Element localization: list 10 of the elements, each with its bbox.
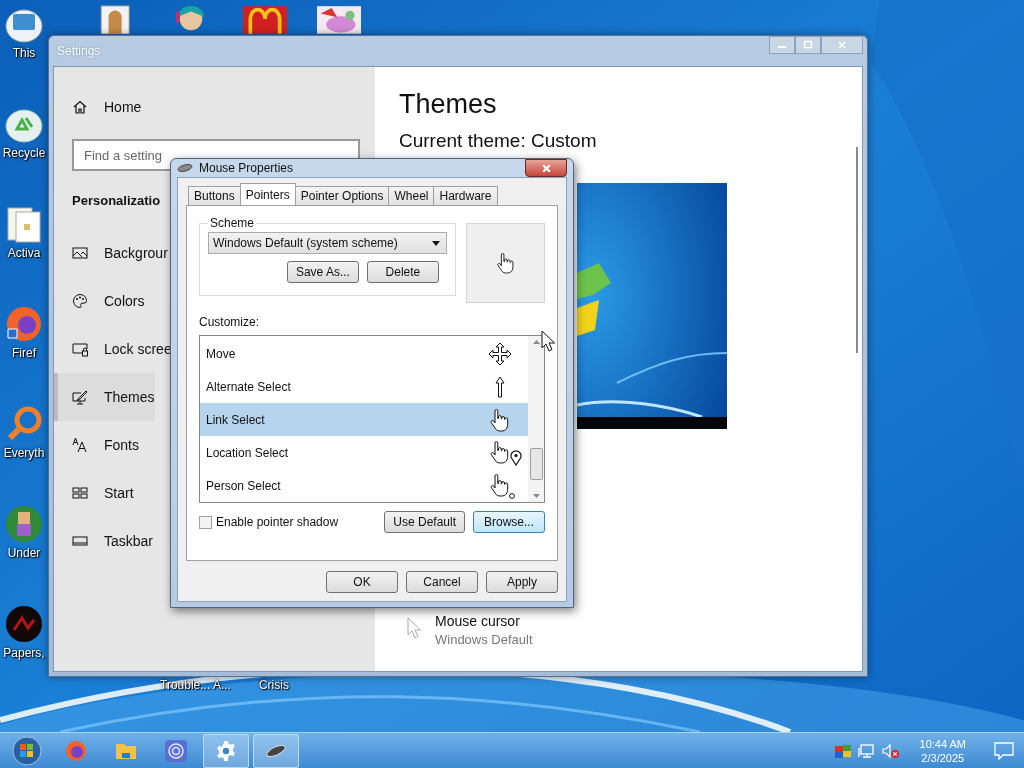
browser-icon	[64, 738, 88, 763]
rings-icon	[164, 738, 188, 763]
taskbar-button[interactable]	[253, 733, 299, 768]
flag-icon[interactable]	[833, 742, 852, 759]
settings-icon	[215, 739, 237, 762]
start-orb-icon	[12, 735, 42, 766]
network-icon[interactable]	[857, 742, 876, 759]
muted-speaker-icon[interactable]	[881, 742, 900, 759]
notification-icon[interactable]	[994, 741, 1014, 760]
taskbar-button[interactable]	[203, 733, 249, 768]
